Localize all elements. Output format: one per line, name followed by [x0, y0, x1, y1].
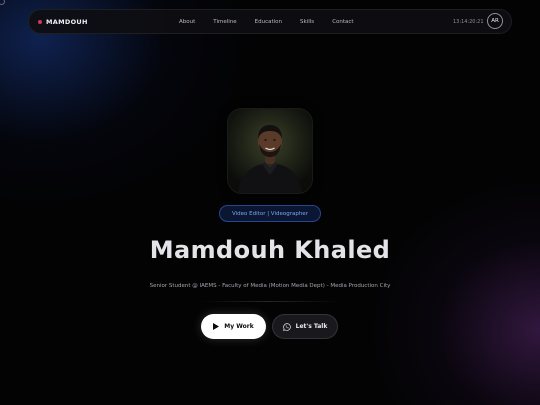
- my-work-button[interactable]: My Work: [201, 314, 266, 339]
- lets-talk-button[interactable]: Let's Talk: [272, 314, 338, 339]
- lets-talk-label: Let's Talk: [295, 323, 328, 330]
- role-badge: Video Editor | Videographer: [219, 205, 321, 222]
- page: MAMDOUH About Timeline Education Skills …: [0, 0, 540, 405]
- dot-icon: [38, 19, 42, 24]
- nav-links: About Timeline Education Skills Contact: [179, 10, 372, 33]
- nav-link-contact[interactable]: Contact: [332, 19, 353, 25]
- nav-link-education[interactable]: Education: [255, 19, 282, 25]
- corner-circle-icon: [0, 0, 5, 5]
- profile-photo: [228, 109, 312, 193]
- my-work-label: My Work: [224, 323, 254, 330]
- hero-name-heading: Mamdouh Khaled: [149, 236, 391, 264]
- profile-photo-image: [228, 109, 312, 193]
- brand-name: MAMDOUH: [46, 17, 88, 26]
- brand-logo[interactable]: MAMDOUH: [38, 10, 88, 33]
- whatsapp-icon: [282, 322, 291, 331]
- hero-subtitle: Senior Student @ IAEMS - Faculty of Medi…: [149, 283, 391, 289]
- nav-link-skills[interactable]: Skills: [300, 19, 314, 25]
- clock-time: 13:14:20:21: [453, 18, 484, 25]
- play-icon: [213, 323, 220, 330]
- divider: [200, 301, 340, 302]
- language-toggle-button[interactable]: AR: [487, 13, 503, 29]
- nav-link-timeline[interactable]: Timeline: [213, 19, 236, 25]
- nav-link-about[interactable]: About: [179, 19, 195, 25]
- navbar: MAMDOUH About Timeline Education Skills …: [28, 9, 512, 34]
